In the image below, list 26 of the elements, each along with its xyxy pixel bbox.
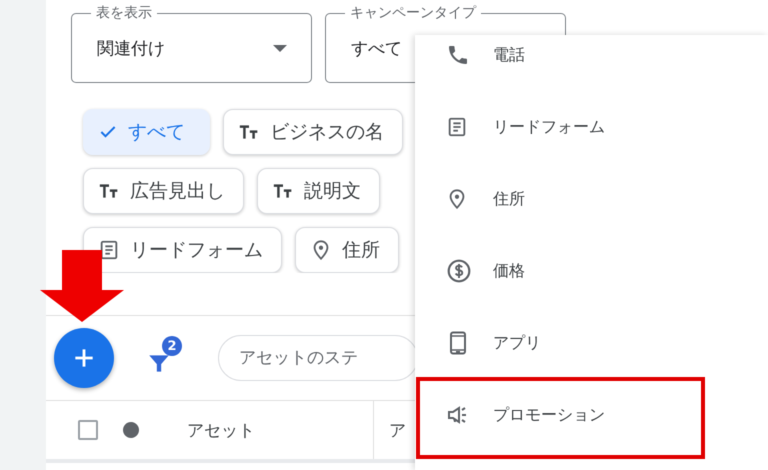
- menu-item[interactable]: 価格: [415, 235, 768, 307]
- column-header[interactable]: ア: [373, 401, 406, 459]
- menu-item[interactable]: 電話: [415, 19, 768, 91]
- filter-chip[interactable]: 広告見出し: [83, 168, 244, 214]
- menu-item[interactable]: アプリ: [415, 307, 768, 379]
- filter-chip[interactable]: 住所: [295, 227, 399, 273]
- column-header[interactable]: アセット: [187, 418, 255, 442]
- document-icon: [446, 116, 468, 138]
- menu-item[interactable]: プロモーション: [415, 379, 768, 451]
- field-label: キャンペーンタイプ: [345, 4, 481, 22]
- menu-item[interactable]: リードフォーム: [415, 91, 768, 163]
- filter-chip[interactable]: ビジネスの名: [223, 109, 403, 155]
- filter-chip[interactable]: 説明文: [257, 168, 380, 214]
- status-dot-icon: [123, 422, 139, 438]
- add-button[interactable]: [54, 328, 114, 388]
- menu-item[interactable]: 住所: [415, 163, 768, 235]
- phone-icon: [446, 43, 470, 67]
- filter-chip[interactable]: リードフォーム: [83, 227, 282, 273]
- dollar-icon: [446, 258, 472, 284]
- filter-chip[interactable]: すべて: [83, 109, 210, 155]
- arrow-icon: [40, 250, 124, 322]
- checkbox[interactable]: [78, 420, 98, 440]
- count-badge: 2: [162, 336, 182, 356]
- document-icon: [98, 239, 120, 261]
- search-field[interactable]: アセットのステ: [218, 335, 415, 381]
- field-label: 表を表示: [91, 4, 157, 22]
